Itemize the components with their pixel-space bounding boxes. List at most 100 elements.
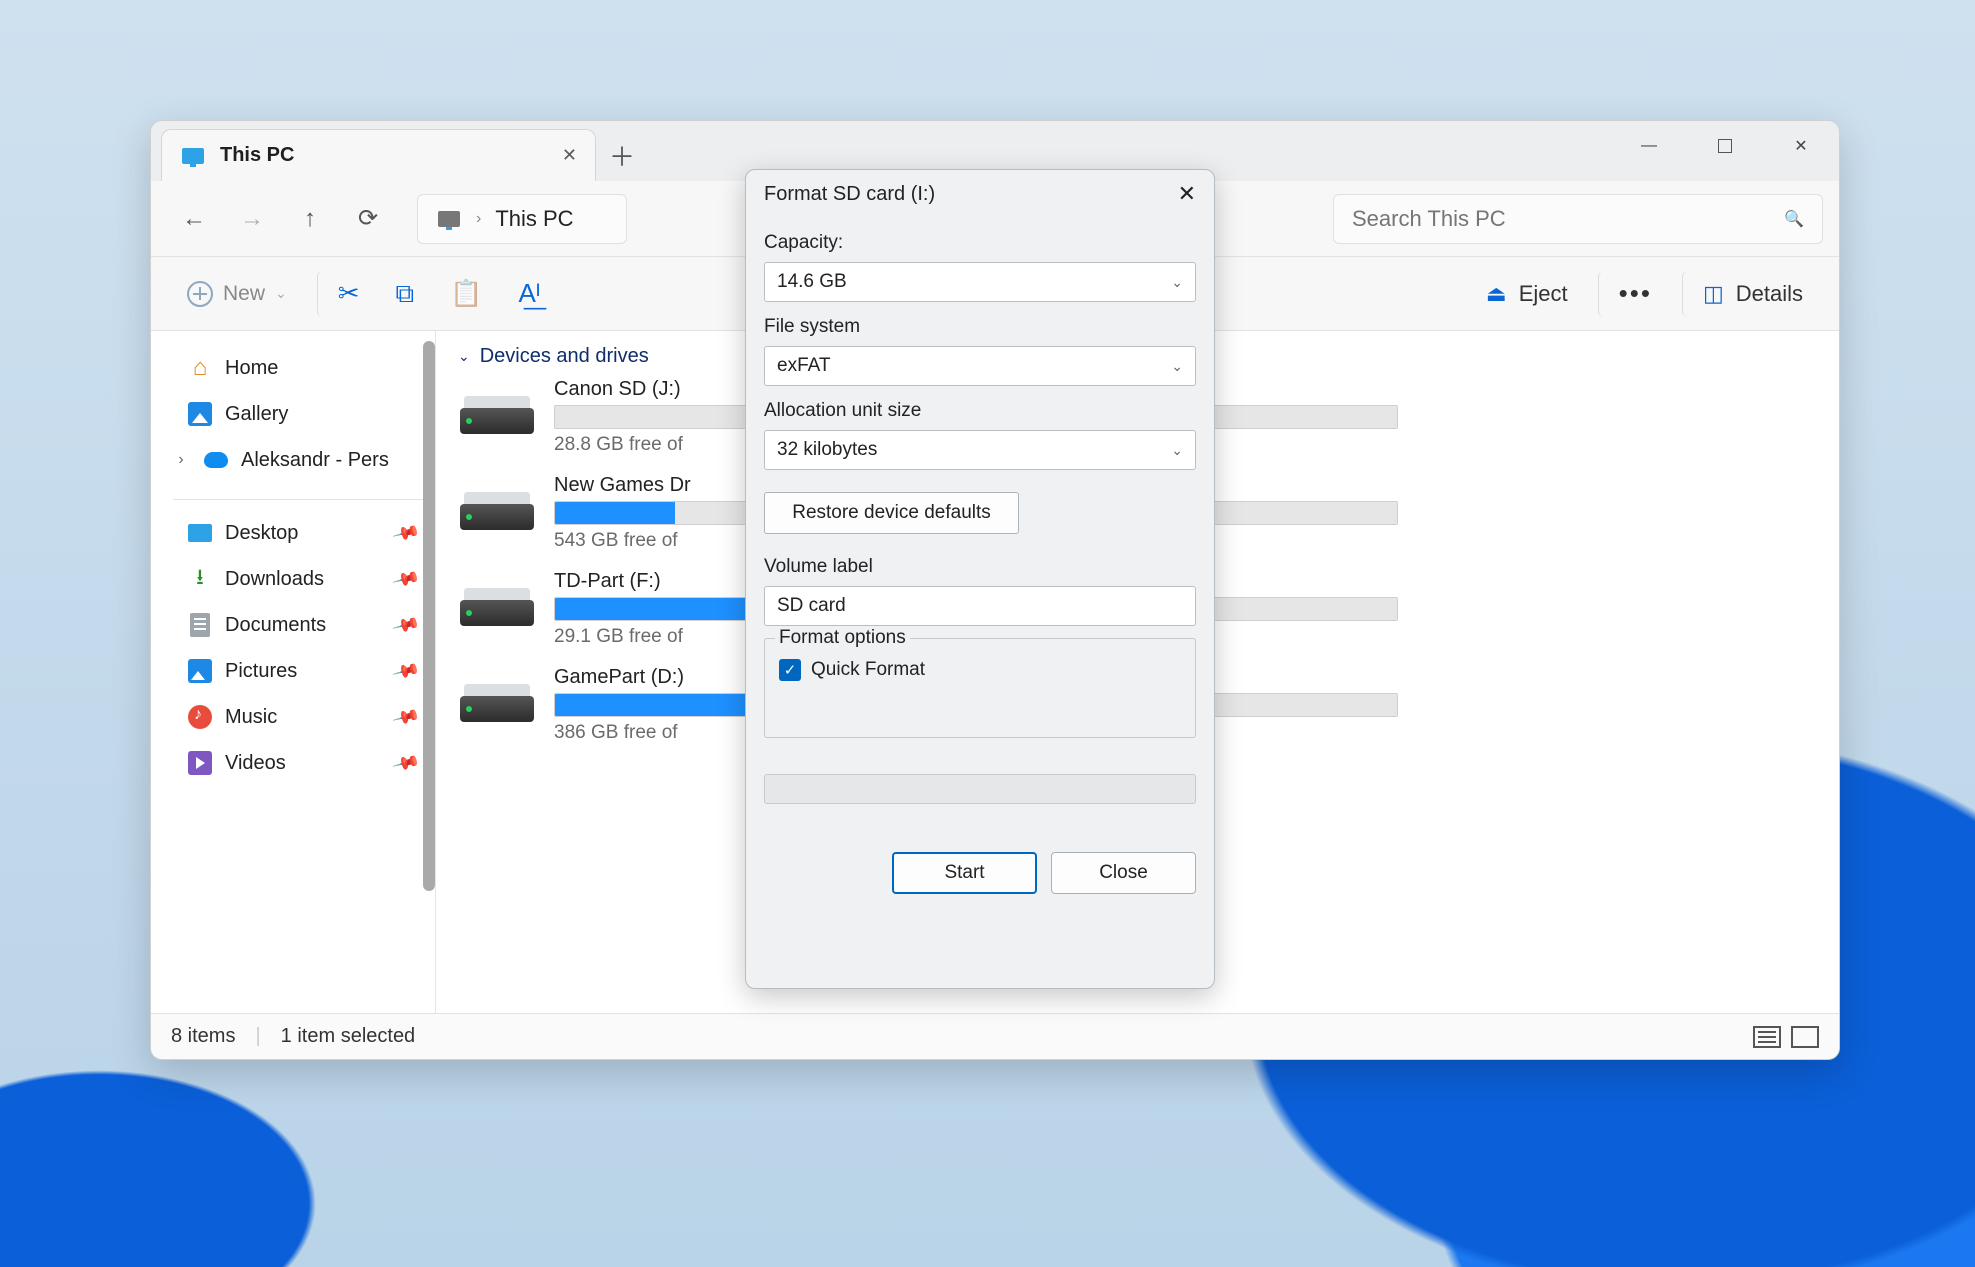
refresh-button[interactable]: ⟳ <box>341 192 395 246</box>
sidebar-item-documents[interactable]: Documents 📌 <box>169 602 427 648</box>
sidebar-item-label: Videos <box>225 752 286 775</box>
eject-button[interactable]: ⏏ Eject <box>1472 271 1582 317</box>
filesystem-label: File system <box>764 316 1196 338</box>
capacity-select[interactable]: 14.6 GB ⌄ <box>764 262 1196 302</box>
pin-icon: 📌 <box>391 610 421 639</box>
tab-title: This PC <box>220 144 294 167</box>
volume-label-input[interactable]: SD card <box>764 586 1196 626</box>
sidebar-item-label: Pictures <box>225 660 297 683</box>
button-label: Restore device defaults <box>792 502 991 524</box>
status-bar: 8 items | 1 item selected <box>151 1013 1839 1059</box>
videos-icon <box>187 750 213 776</box>
chevron-down-icon: ⌄ <box>1171 442 1183 459</box>
sidebar-scrollbar[interactable] <box>423 341 435 891</box>
allocation-select[interactable]: 32 kilobytes ⌄ <box>764 430 1196 470</box>
drive-icon <box>458 570 536 632</box>
sidebar-item-label: Downloads <box>225 568 324 591</box>
up-button[interactable]: ↑ <box>283 192 337 246</box>
pin-icon: 📌 <box>391 656 421 685</box>
section-title: Devices and drives <box>480 345 649 368</box>
format-options-group: Format options ✓ Quick Format <box>764 638 1196 738</box>
chevron-right-icon: › <box>171 451 191 469</box>
start-button[interactable]: Start <box>892 852 1037 894</box>
search-icon: 🔍 <box>1784 209 1804 229</box>
checkbox-checked-icon: ✓ <box>779 659 801 681</box>
sidebar-item-videos[interactable]: Videos📌 <box>169 740 427 786</box>
drive-icon <box>458 666 536 728</box>
pictures-icon <box>187 658 213 684</box>
filesystem-select[interactable]: exFAT ⌄ <box>764 346 1196 386</box>
this-pc-icon <box>436 206 462 232</box>
cut-button[interactable]: ✂ <box>317 271 374 317</box>
sidebar-item-label: Desktop <box>225 522 298 545</box>
more-button[interactable]: ••• <box>1598 271 1666 317</box>
button-label: Start <box>944 862 984 884</box>
search-box[interactable]: 🔍 <box>1333 194 1823 244</box>
plus-circle-icon <box>187 281 213 307</box>
forward-button[interactable]: → <box>225 192 279 246</box>
ellipsis-icon: ••• <box>1619 278 1652 309</box>
dialog-title: Format SD card (I:) <box>764 183 935 206</box>
checkbox-label: Quick Format <box>811 659 925 681</box>
new-label: New <box>223 282 265 306</box>
new-tab-button[interactable]: ＋ <box>596 129 648 181</box>
filesystem-value: exFAT <box>777 355 831 377</box>
details-pane-button[interactable]: ◫ Details <box>1682 271 1817 317</box>
close-button[interactable]: Close <box>1051 852 1196 894</box>
tab-close-icon[interactable]: ✕ <box>562 145 577 166</box>
allocation-label: Allocation unit size <box>764 400 1196 422</box>
gallery-icon <box>187 401 213 427</box>
sidebar-item-gallery[interactable]: Gallery <box>169 391 427 437</box>
chevron-right-icon: › <box>476 210 481 228</box>
format-options-label: Format options <box>775 627 910 649</box>
format-dialog: Format SD card (I:) ✕ Capacity: 14.6 GB … <box>745 169 1215 989</box>
sidebar-item-onedrive[interactable]: ›Aleksandr - Pers <box>169 437 427 483</box>
chevron-down-icon: ⌄ <box>1171 274 1183 291</box>
copy-button[interactable]: ⧉ <box>382 271 429 317</box>
capacity-value: 14.6 GB <box>777 271 847 293</box>
details-label: Details <box>1736 281 1803 307</box>
search-input[interactable] <box>1352 206 1784 232</box>
quick-format-checkbox[interactable]: ✓ Quick Format <box>779 659 1181 681</box>
volume-label-value: SD card <box>777 595 846 617</box>
pin-icon: 📌 <box>391 518 421 547</box>
sidebar-item-label: Documents <box>225 614 326 637</box>
sidebar-item-label: Home <box>225 357 278 380</box>
new-button[interactable]: New ⌄ <box>173 271 301 317</box>
sidebar-item-desktop[interactable]: Desktop 📌 <box>169 510 427 556</box>
volume-label-label: Volume label <box>764 556 1196 578</box>
copy-icon: ⧉ <box>396 278 415 310</box>
view-grid-button[interactable] <box>1791 1026 1819 1048</box>
paste-button[interactable]: 📋 <box>436 271 496 317</box>
sidebar-divider <box>173 499 423 500</box>
file-explorer-window: This PC ✕ ＋ — ✕ ← → ↑ ⟳ › This PC 🔍 New … <box>150 120 1840 1060</box>
details-pane-icon: ◫ <box>1703 281 1724 307</box>
sidebar-item-home[interactable]: ⌂ Home <box>169 345 427 391</box>
rename-button[interactable]: A͟ᴵ <box>505 271 555 317</box>
back-button[interactable]: ← <box>167 192 221 246</box>
capacity-label: Capacity: <box>764 232 1196 254</box>
downloads-icon: ⭳ <box>187 566 213 592</box>
eject-icon: ⏏ <box>1486 281 1507 307</box>
selection-count: 1 item selected <box>281 1025 416 1048</box>
dialog-close-button[interactable]: ✕ <box>1178 181 1196 207</box>
format-progress-bar <box>764 774 1196 804</box>
close-window-button[interactable]: ✕ <box>1763 121 1839 171</box>
home-icon: ⌂ <box>187 355 213 381</box>
pin-icon: 📌 <box>391 564 421 593</box>
allocation-value: 32 kilobytes <box>777 439 877 461</box>
restore-defaults-button[interactable]: Restore device defaults <box>764 492 1019 534</box>
pin-icon: 📌 <box>391 702 421 731</box>
sidebar-item-music[interactable]: Music📌 <box>169 694 427 740</box>
view-list-button[interactable] <box>1753 1026 1781 1048</box>
minimize-button[interactable]: — <box>1611 121 1687 171</box>
sidebar-item-pictures[interactable]: Pictures 📌 <box>169 648 427 694</box>
maximize-button[interactable] <box>1687 121 1763 171</box>
chevron-down-icon: ⌄ <box>1171 358 1183 375</box>
drive-icon <box>458 378 536 440</box>
sidebar-item-downloads[interactable]: ⭳ Downloads 📌 <box>169 556 427 602</box>
breadcrumb[interactable]: › This PC <box>417 194 627 244</box>
drive-icon <box>458 474 536 536</box>
scissors-icon: ✂ <box>338 278 360 309</box>
tab-this-pc[interactable]: This PC ✕ <box>161 129 596 181</box>
